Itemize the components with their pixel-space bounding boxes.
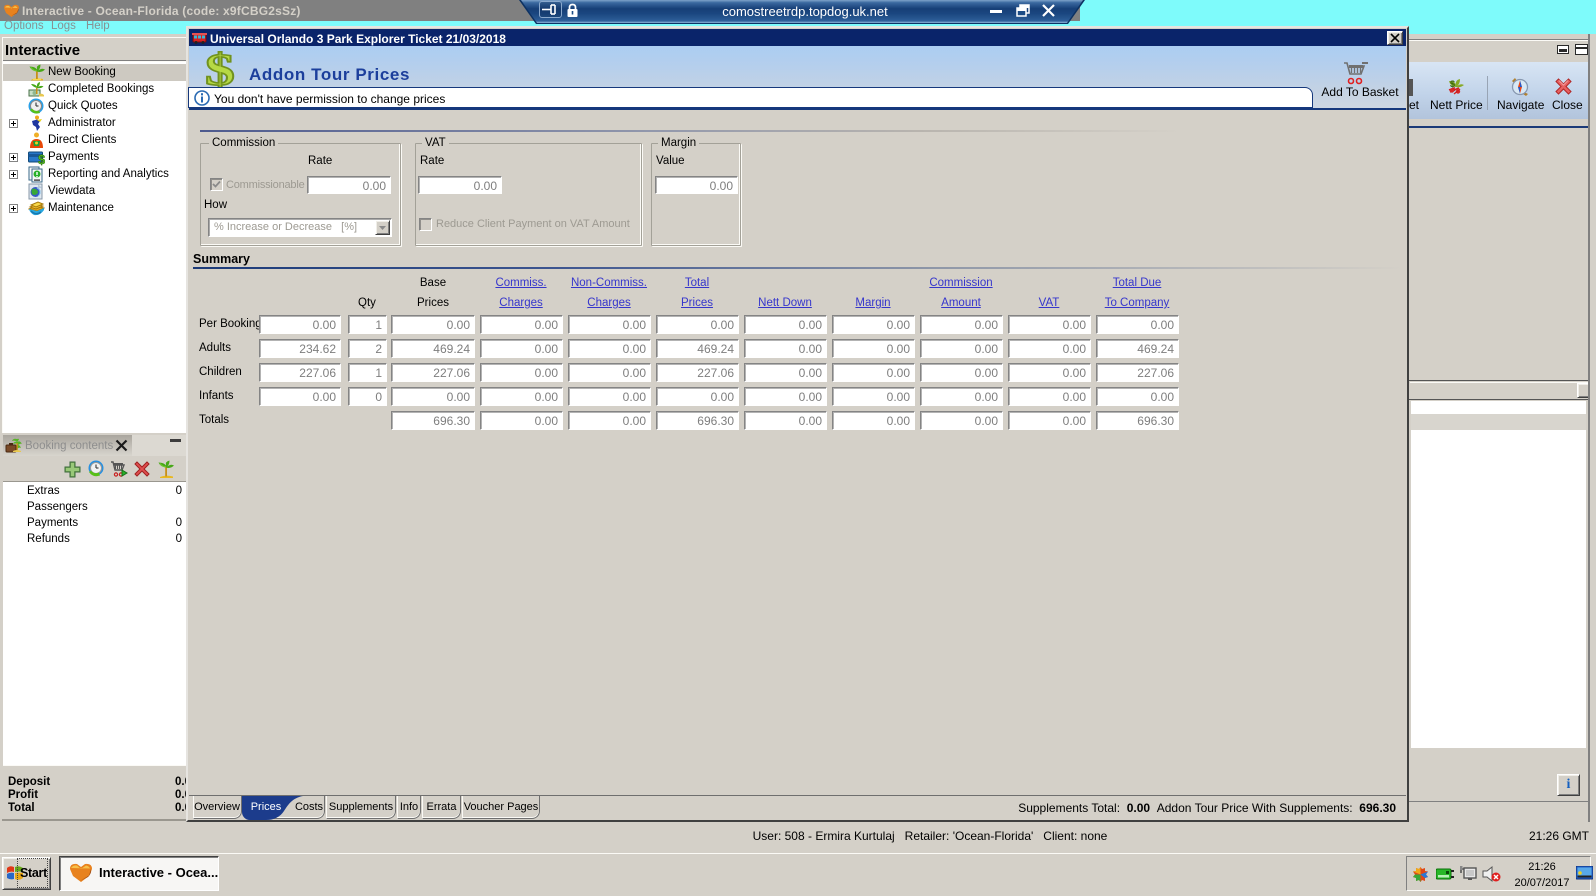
svg-text:$: $	[38, 152, 45, 166]
svg-text:$: $	[205, 49, 235, 89]
